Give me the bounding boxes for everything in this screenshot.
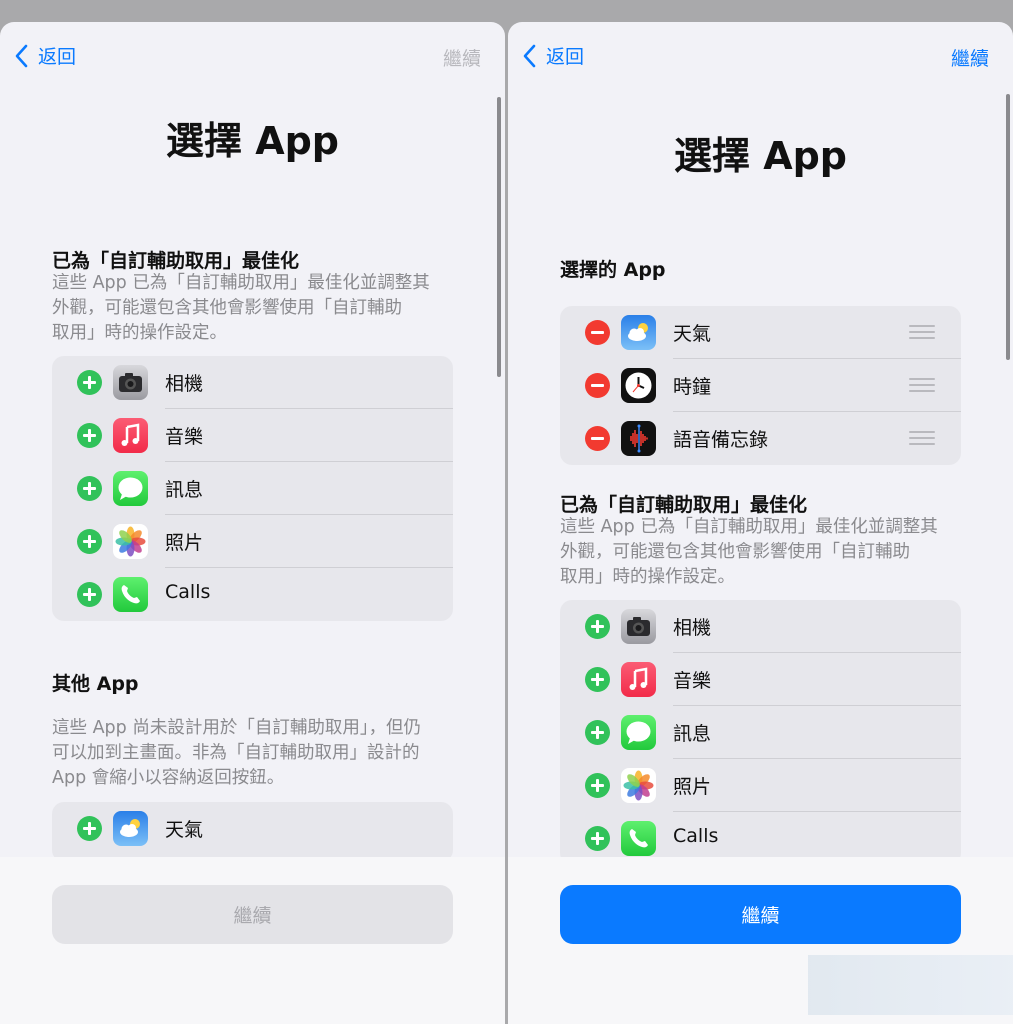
nav-bar: 返回 繼續 [508, 22, 1013, 90]
back-label: 返回 [546, 46, 585, 68]
add-icon[interactable] [585, 667, 610, 692]
phone-app-icon [113, 577, 148, 612]
right-screen: 返回 繼續 選擇 App 選擇的 App 天氣 時鐘 語音備忘錄 已為「自訂輔助… [508, 22, 1013, 1024]
camera-app-icon [113, 365, 148, 400]
photos-app-icon [113, 524, 148, 559]
messages-app-icon [113, 471, 148, 506]
optimized-heading: 已為「自訂輔助取用」最佳化 [52, 250, 300, 272]
continue-button[interactable]: 繼續 [52, 885, 453, 944]
list-item[interactable]: 照片 [52, 515, 453, 568]
chevron-left-icon [15, 44, 28, 67]
app-name: 相機 [673, 617, 712, 639]
back-button[interactable]: 返回 [14, 42, 76, 69]
selected-heading: 選擇的 App [560, 259, 666, 281]
optimized-app-list: 相機 音樂 訊息 照片 Calls [52, 356, 453, 621]
phone-app-icon [621, 821, 656, 856]
back-label: 返回 [38, 46, 77, 68]
app-name: 照片 [673, 776, 712, 798]
bottom-bar: 繼續 [0, 857, 505, 1024]
add-icon[interactable] [585, 720, 610, 745]
optimized-app-list: 相機 音樂 訊息 照片 Calls [560, 600, 961, 865]
weather-app-icon [113, 811, 148, 846]
app-name: 語音備忘錄 [673, 429, 769, 451]
list-item[interactable]: 音樂 [52, 409, 453, 462]
back-button[interactable]: 返回 [522, 42, 584, 69]
add-icon[interactable] [77, 423, 102, 448]
photos-app-icon [621, 768, 656, 803]
music-app-icon [113, 418, 148, 453]
messages-app-icon [621, 715, 656, 750]
add-icon[interactable] [77, 476, 102, 501]
list-item[interactable]: 天氣 [560, 306, 961, 359]
camera-app-icon [621, 609, 656, 644]
chevron-left-icon [523, 44, 536, 67]
remove-icon[interactable] [585, 426, 610, 451]
add-icon[interactable] [585, 826, 610, 851]
remove-icon[interactable] [585, 320, 610, 345]
add-icon[interactable] [77, 370, 102, 395]
voice-memos-app-icon [621, 421, 656, 456]
app-name: 照片 [165, 532, 204, 554]
list-item[interactable]: 相機 [560, 600, 961, 653]
app-name: 相機 [165, 373, 204, 395]
other-description: 這些 App 尚未設計用於「自訂輔助取用」，但仍 可以加到主畫面。非為「自訂輔助… [52, 718, 422, 788]
app-name: 音樂 [165, 426, 204, 448]
list-item[interactable]: Calls [52, 568, 453, 621]
continue-button[interactable]: 繼續 [560, 885, 961, 944]
list-item[interactable]: 照片 [560, 759, 961, 812]
list-item[interactable]: 訊息 [52, 462, 453, 515]
list-item[interactable]: 天氣 [52, 802, 453, 855]
app-name: 音樂 [673, 670, 712, 692]
app-name: 訊息 [673, 723, 712, 745]
app-name: 訊息 [165, 479, 204, 501]
app-name: Calls [673, 825, 719, 847]
reorder-handle-icon[interactable] [909, 325, 935, 339]
list-item[interactable]: 時鐘 [560, 359, 961, 412]
other-app-list: 天氣 [52, 802, 453, 862]
reorder-handle-icon[interactable] [909, 431, 935, 445]
list-item[interactable]: 訊息 [560, 706, 961, 759]
list-item[interactable]: 語音備忘錄 [560, 412, 961, 465]
add-icon[interactable] [585, 614, 610, 639]
add-icon[interactable] [77, 582, 102, 607]
weather-app-icon [621, 315, 656, 350]
list-item[interactable]: 音樂 [560, 653, 961, 706]
continue-nav-button[interactable]: 繼續 [951, 44, 989, 71]
remove-icon[interactable] [585, 373, 610, 398]
page-title: 選擇 App [165, 119, 340, 163]
scrollbar[interactable] [497, 97, 501, 377]
add-icon[interactable] [77, 816, 102, 841]
continue-nav-button[interactable]: 繼續 [443, 44, 481, 71]
selected-app-list: 天氣 時鐘 語音備忘錄 [560, 306, 961, 465]
page-title: 選擇 App [673, 134, 848, 178]
reorder-handle-icon[interactable] [909, 378, 935, 392]
list-item[interactable]: 相機 [52, 356, 453, 409]
music-app-icon [621, 662, 656, 697]
other-heading: 其他 App [52, 673, 139, 695]
optimized-heading: 已為「自訂輔助取用」最佳化 [560, 494, 808, 516]
clock-app-icon [621, 368, 656, 403]
optimized-description: 這些 App 已為「自訂輔助取用」最佳化並調整其 外觀，可能還包含其他會影響使用… [560, 517, 938, 587]
nav-bar: 返回 繼續 [0, 22, 505, 90]
add-icon[interactable] [585, 773, 610, 798]
left-screen: 返回 繼續 選擇 App 已為「自訂輔助取用」最佳化 這些 App 已為「自訂輔… [0, 22, 505, 1024]
app-name: Calls [165, 581, 211, 603]
blurred-overlay [808, 955, 1013, 1015]
app-name: 天氣 [165, 819, 204, 841]
add-icon[interactable] [77, 529, 102, 554]
scrollbar[interactable] [1006, 94, 1010, 360]
app-name: 天氣 [673, 323, 712, 345]
optimized-description: 這些 App 已為「自訂輔助取用」最佳化並調整其 外觀，可能還包含其他會影響使用… [52, 273, 430, 343]
app-name: 時鐘 [673, 376, 712, 398]
